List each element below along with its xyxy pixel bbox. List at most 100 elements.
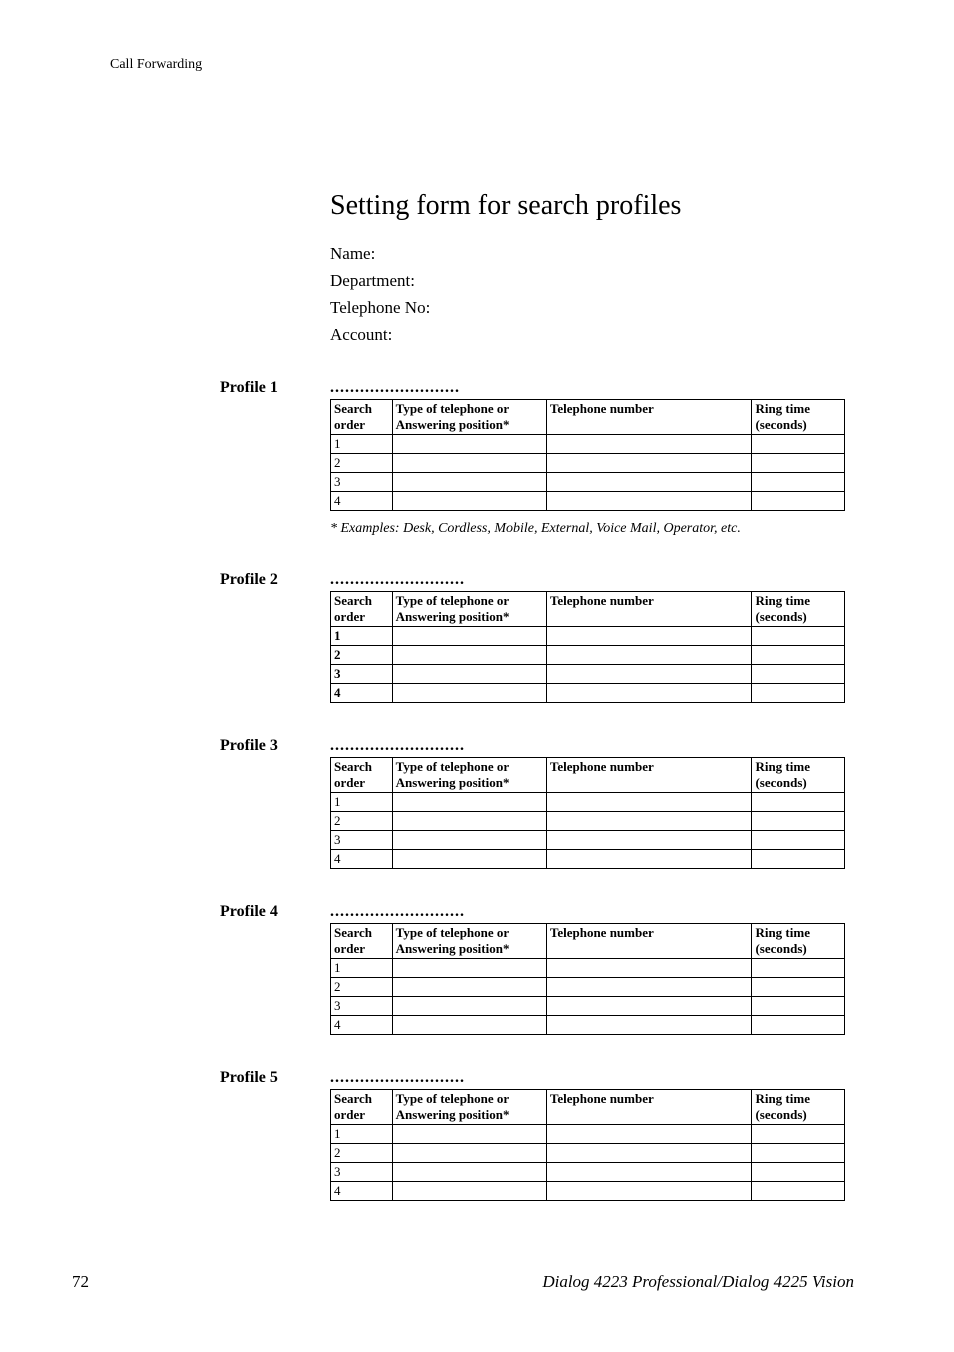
cell-order: 3 bbox=[331, 473, 393, 492]
cell-ring bbox=[752, 665, 845, 684]
profile-4-label: Profile 4 bbox=[220, 903, 278, 921]
cell-order: 2 bbox=[331, 454, 393, 473]
cell-ring bbox=[752, 1016, 845, 1035]
profile-3-label: Profile 3 bbox=[220, 737, 278, 755]
cell-ring bbox=[752, 793, 845, 812]
cell-type bbox=[392, 959, 546, 978]
cell-type bbox=[392, 978, 546, 997]
cell-ring bbox=[752, 1163, 845, 1182]
th-search-order: Search order bbox=[331, 400, 393, 435]
cell-order: 1 bbox=[331, 435, 393, 454]
th-search-order: Search order bbox=[331, 924, 393, 959]
th-type: Type of telephone or Answering position* bbox=[392, 400, 546, 435]
th-ring-time: Ring time (seconds) bbox=[752, 1090, 845, 1125]
th-ring-time: Ring time (seconds) bbox=[752, 924, 845, 959]
th-ring-time: Ring time (seconds) bbox=[752, 758, 845, 793]
table-header-row: Search order Type of telephone or Answer… bbox=[331, 400, 845, 435]
cell-order: 2 bbox=[331, 1144, 393, 1163]
cell-type bbox=[392, 684, 546, 703]
th-telephone-number: Telephone number bbox=[546, 592, 752, 627]
profile-2-label: Profile 2 bbox=[220, 571, 278, 589]
cell-type bbox=[392, 1182, 546, 1201]
table-row: 4 bbox=[331, 1016, 845, 1035]
cell-ring bbox=[752, 646, 845, 665]
table-row: 1 bbox=[331, 627, 845, 646]
th-telephone-number: Telephone number bbox=[546, 758, 752, 793]
table-header-row: Search order Type of telephone or Answer… bbox=[331, 758, 845, 793]
cell-order: 4 bbox=[331, 850, 393, 869]
th-type: Type of telephone or Answering position* bbox=[392, 758, 546, 793]
cell-tel bbox=[546, 793, 752, 812]
cell-ring bbox=[752, 812, 845, 831]
cell-ring bbox=[752, 1144, 845, 1163]
profile-3-table: Search order Type of telephone or Answer… bbox=[330, 757, 845, 869]
cell-ring bbox=[752, 978, 845, 997]
cell-ring bbox=[752, 997, 845, 1016]
th-telephone-number: Telephone number bbox=[546, 400, 752, 435]
table-row: 3 bbox=[331, 831, 845, 850]
table-row: 1 bbox=[331, 793, 845, 812]
table-row: 1 bbox=[331, 435, 845, 454]
cell-tel bbox=[546, 812, 752, 831]
field-telephone-no: Telephone No: bbox=[330, 298, 860, 318]
cell-ring bbox=[752, 831, 845, 850]
th-search-order: Search order bbox=[331, 758, 393, 793]
cell-order: 2 bbox=[331, 646, 393, 665]
page-title: Setting form for search profiles bbox=[330, 190, 860, 222]
cell-tel bbox=[546, 684, 752, 703]
cell-ring bbox=[752, 435, 845, 454]
profile-1-label: Profile 1 bbox=[220, 379, 278, 397]
profile-5-table: Search order Type of telephone or Answer… bbox=[330, 1089, 845, 1201]
main-content: Setting form for search profiles Name: D… bbox=[220, 190, 860, 1201]
cell-tel bbox=[546, 627, 752, 646]
cell-tel bbox=[546, 492, 752, 511]
table-row: 3 bbox=[331, 1163, 845, 1182]
cell-tel bbox=[546, 435, 752, 454]
cell-tel bbox=[546, 997, 752, 1016]
cell-tel bbox=[546, 454, 752, 473]
page-number: 72 bbox=[72, 1272, 89, 1292]
profile-4-dots: ........................... bbox=[330, 903, 860, 921]
cell-ring bbox=[752, 684, 845, 703]
cell-type bbox=[392, 627, 546, 646]
cell-order: 4 bbox=[331, 1016, 393, 1035]
table-row: 1 bbox=[331, 1125, 845, 1144]
table-row: 4 bbox=[331, 850, 845, 869]
cell-ring bbox=[752, 473, 845, 492]
cell-order: 2 bbox=[331, 812, 393, 831]
cell-tel bbox=[546, 850, 752, 869]
cell-type bbox=[392, 473, 546, 492]
table-row: 4 bbox=[331, 1182, 845, 1201]
cell-tel bbox=[546, 1016, 752, 1035]
profile-2-section: Profile 2 ........................... Se… bbox=[220, 571, 860, 703]
field-account: Account: bbox=[330, 325, 860, 345]
th-ring-time: Ring time (seconds) bbox=[752, 400, 845, 435]
table-header-row: Search order Type of telephone or Answer… bbox=[331, 592, 845, 627]
cell-type bbox=[392, 1125, 546, 1144]
cell-order: 1 bbox=[331, 627, 393, 646]
cell-ring bbox=[752, 1125, 845, 1144]
profile-2-dots: ........................... bbox=[330, 571, 860, 589]
profile-3-section: Profile 3 ........................... Se… bbox=[220, 737, 860, 869]
profile-5-label: Profile 5 bbox=[220, 1069, 278, 1087]
cell-tel bbox=[546, 831, 752, 850]
cell-tel bbox=[546, 959, 752, 978]
profile-4-section: Profile 4 ........................... Se… bbox=[220, 903, 860, 1035]
th-search-order: Search order bbox=[331, 592, 393, 627]
table-row: 2 bbox=[331, 1144, 845, 1163]
cell-order: 3 bbox=[331, 831, 393, 850]
profile-5-dots: ........................... bbox=[330, 1069, 860, 1087]
cell-tel bbox=[546, 1182, 752, 1201]
th-telephone-number: Telephone number bbox=[546, 1090, 752, 1125]
cell-type bbox=[392, 492, 546, 511]
cell-tel bbox=[546, 473, 752, 492]
table-row: 3 bbox=[331, 997, 845, 1016]
cell-type bbox=[392, 665, 546, 684]
header-section-title: Call Forwarding bbox=[110, 57, 202, 73]
cell-ring bbox=[752, 627, 845, 646]
cell-ring bbox=[752, 959, 845, 978]
cell-type bbox=[392, 793, 546, 812]
field-department: Department: bbox=[330, 271, 860, 291]
examples-note: * Examples: Desk, Cordless, Mobile, Exte… bbox=[330, 521, 860, 537]
cell-ring bbox=[752, 492, 845, 511]
